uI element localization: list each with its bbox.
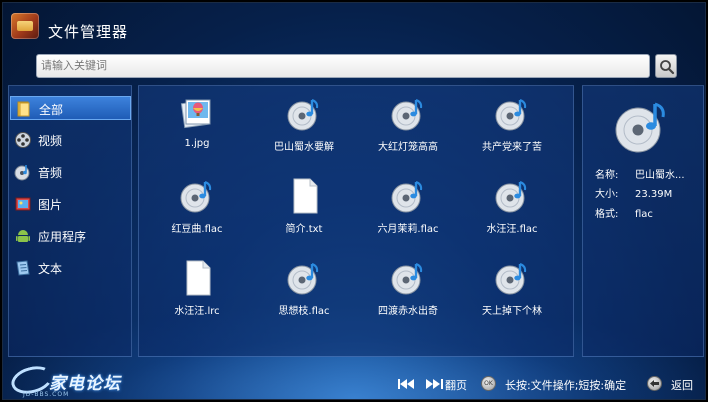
file-item[interactable]: 1.jpg xyxy=(142,96,252,166)
sidebar-item-label: 图片 xyxy=(38,198,63,212)
detail-size-label: 大小: xyxy=(595,189,619,200)
search-button[interactable] xyxy=(655,54,677,78)
file-name: 1.jpg xyxy=(184,138,210,149)
sidebar-item-audio[interactable]: 音频 xyxy=(10,160,131,184)
back-button-icon xyxy=(647,376,662,391)
ok-button-icon: OK xyxy=(481,376,496,391)
music-file-icon xyxy=(391,181,423,213)
sidebar-item-apps[interactable]: 应用程序 xyxy=(10,224,131,248)
sidebar-item-all[interactable]: 全部 xyxy=(10,96,131,120)
music-file-icon xyxy=(287,263,319,295)
sidebar-item-video[interactable]: 视频 xyxy=(10,128,131,152)
file-name: 六月茉莉.flac xyxy=(377,224,439,235)
sidebar-item-label: 应用程序 xyxy=(38,230,87,244)
detail-format-value: flac xyxy=(635,209,653,220)
category-sidebar: 全部 视频 音频 图片 应用程序 文本 xyxy=(8,85,132,357)
music-disc-large-icon xyxy=(615,102,665,153)
back-hint: 返回 xyxy=(671,379,693,392)
skip-forward-icon xyxy=(426,379,443,389)
detail-name-row: 名称: 巴山蜀水... xyxy=(595,166,685,181)
file-name: 大红灯笼高高 xyxy=(378,142,438,153)
page-turn-hint: 翻页 xyxy=(445,379,467,392)
image-icon xyxy=(15,197,31,211)
file-details-panel: 名称: 巴山蜀水... 大小: 23.39M 格式: flac xyxy=(582,85,704,357)
android-icon xyxy=(16,230,30,242)
file-item[interactable]: 红豆曲.flac xyxy=(142,178,252,248)
music-file-icon xyxy=(391,99,423,131)
file-name: 共产党来了苦 xyxy=(482,142,542,153)
ok-hint: 长按:文件操作;短按:确定 xyxy=(505,379,627,392)
app-icon xyxy=(11,13,39,39)
file-item[interactable]: 共产党来了苦 xyxy=(457,96,567,166)
sidebar-item-label: 视频 xyxy=(38,134,63,148)
file-name: 天上掉下个林 xyxy=(482,306,542,317)
skip-back-icon xyxy=(398,379,414,389)
music-file-icon xyxy=(495,99,527,131)
text-file-icon xyxy=(293,178,318,214)
detail-size-value: 23.39M xyxy=(635,189,673,200)
text-file-icon xyxy=(186,260,211,296)
watermark-logo: 家电论坛 JD-BBS.COM xyxy=(8,362,131,399)
logo-subtext: JD-BBS.COM xyxy=(23,391,70,398)
file-item[interactable]: 简介.txt xyxy=(249,178,359,248)
sidebar-item-label: 音频 xyxy=(38,166,63,180)
file-name: 四渡赤水出奇 xyxy=(378,306,438,317)
music-file-icon xyxy=(180,181,212,213)
file-item[interactable]: 六月茉莉.flac xyxy=(353,178,463,248)
music-file-icon xyxy=(287,99,319,131)
file-item[interactable]: 思想枝.flac xyxy=(249,260,359,330)
text-document-icon xyxy=(16,260,30,276)
detail-name-value: 巴山蜀水... xyxy=(635,170,685,181)
image-file-icon xyxy=(180,99,211,129)
file-name: 思想枝.flac xyxy=(278,306,330,317)
file-item[interactable]: 四渡赤水出奇 xyxy=(353,260,463,330)
music-disc-icon xyxy=(14,165,30,181)
search-icon xyxy=(660,60,675,75)
title-bar: 文件管理器 xyxy=(3,3,705,45)
search-input[interactable]: 请输入关键词 xyxy=(36,54,650,78)
detail-size-row: 大小: 23.39M xyxy=(595,185,672,200)
detail-name-label: 名称: xyxy=(595,170,619,181)
file-name: 巴山蜀水要解 xyxy=(274,142,334,153)
music-file-icon xyxy=(495,181,527,213)
film-reel-icon xyxy=(15,132,31,148)
music-file-icon xyxy=(495,263,527,295)
sidebar-item-text[interactable]: 文本 xyxy=(10,256,131,280)
detail-format-row: 格式: flac xyxy=(595,205,653,220)
file-manager-window: 文件管理器 请输入关键词 全部 视频 音频 图片 应用程序 文本 1.jpg 巴… xyxy=(2,2,706,400)
file-item[interactable]: 水汪汪.flac xyxy=(457,178,567,248)
file-item[interactable]: 天上掉下个林 xyxy=(457,260,567,330)
sidebar-item-images[interactable]: 图片 xyxy=(10,192,131,216)
file-name: 红豆曲.flac xyxy=(171,224,223,235)
file-item[interactable]: 巴山蜀水要解 xyxy=(249,96,359,166)
file-item[interactable]: 大红灯笼高高 xyxy=(353,96,463,166)
detail-format-label: 格式: xyxy=(595,209,619,220)
file-name: 水汪汪.flac xyxy=(486,224,538,235)
file-grid: 1.jpg 巴山蜀水要解 大红灯笼高高 共产党来了苦 红豆曲.flac 简介.t… xyxy=(138,85,574,357)
file-name: 水汪汪.lrc xyxy=(174,306,220,317)
file-item[interactable]: 水汪汪.lrc xyxy=(142,260,252,330)
sidebar-item-label: 全部 xyxy=(39,103,64,117)
folder-icon xyxy=(17,101,30,117)
file-name: 简介.txt xyxy=(285,224,323,235)
sidebar-item-label: 文本 xyxy=(38,262,63,276)
app-title: 文件管理器 xyxy=(48,23,129,41)
music-file-icon xyxy=(391,263,423,295)
